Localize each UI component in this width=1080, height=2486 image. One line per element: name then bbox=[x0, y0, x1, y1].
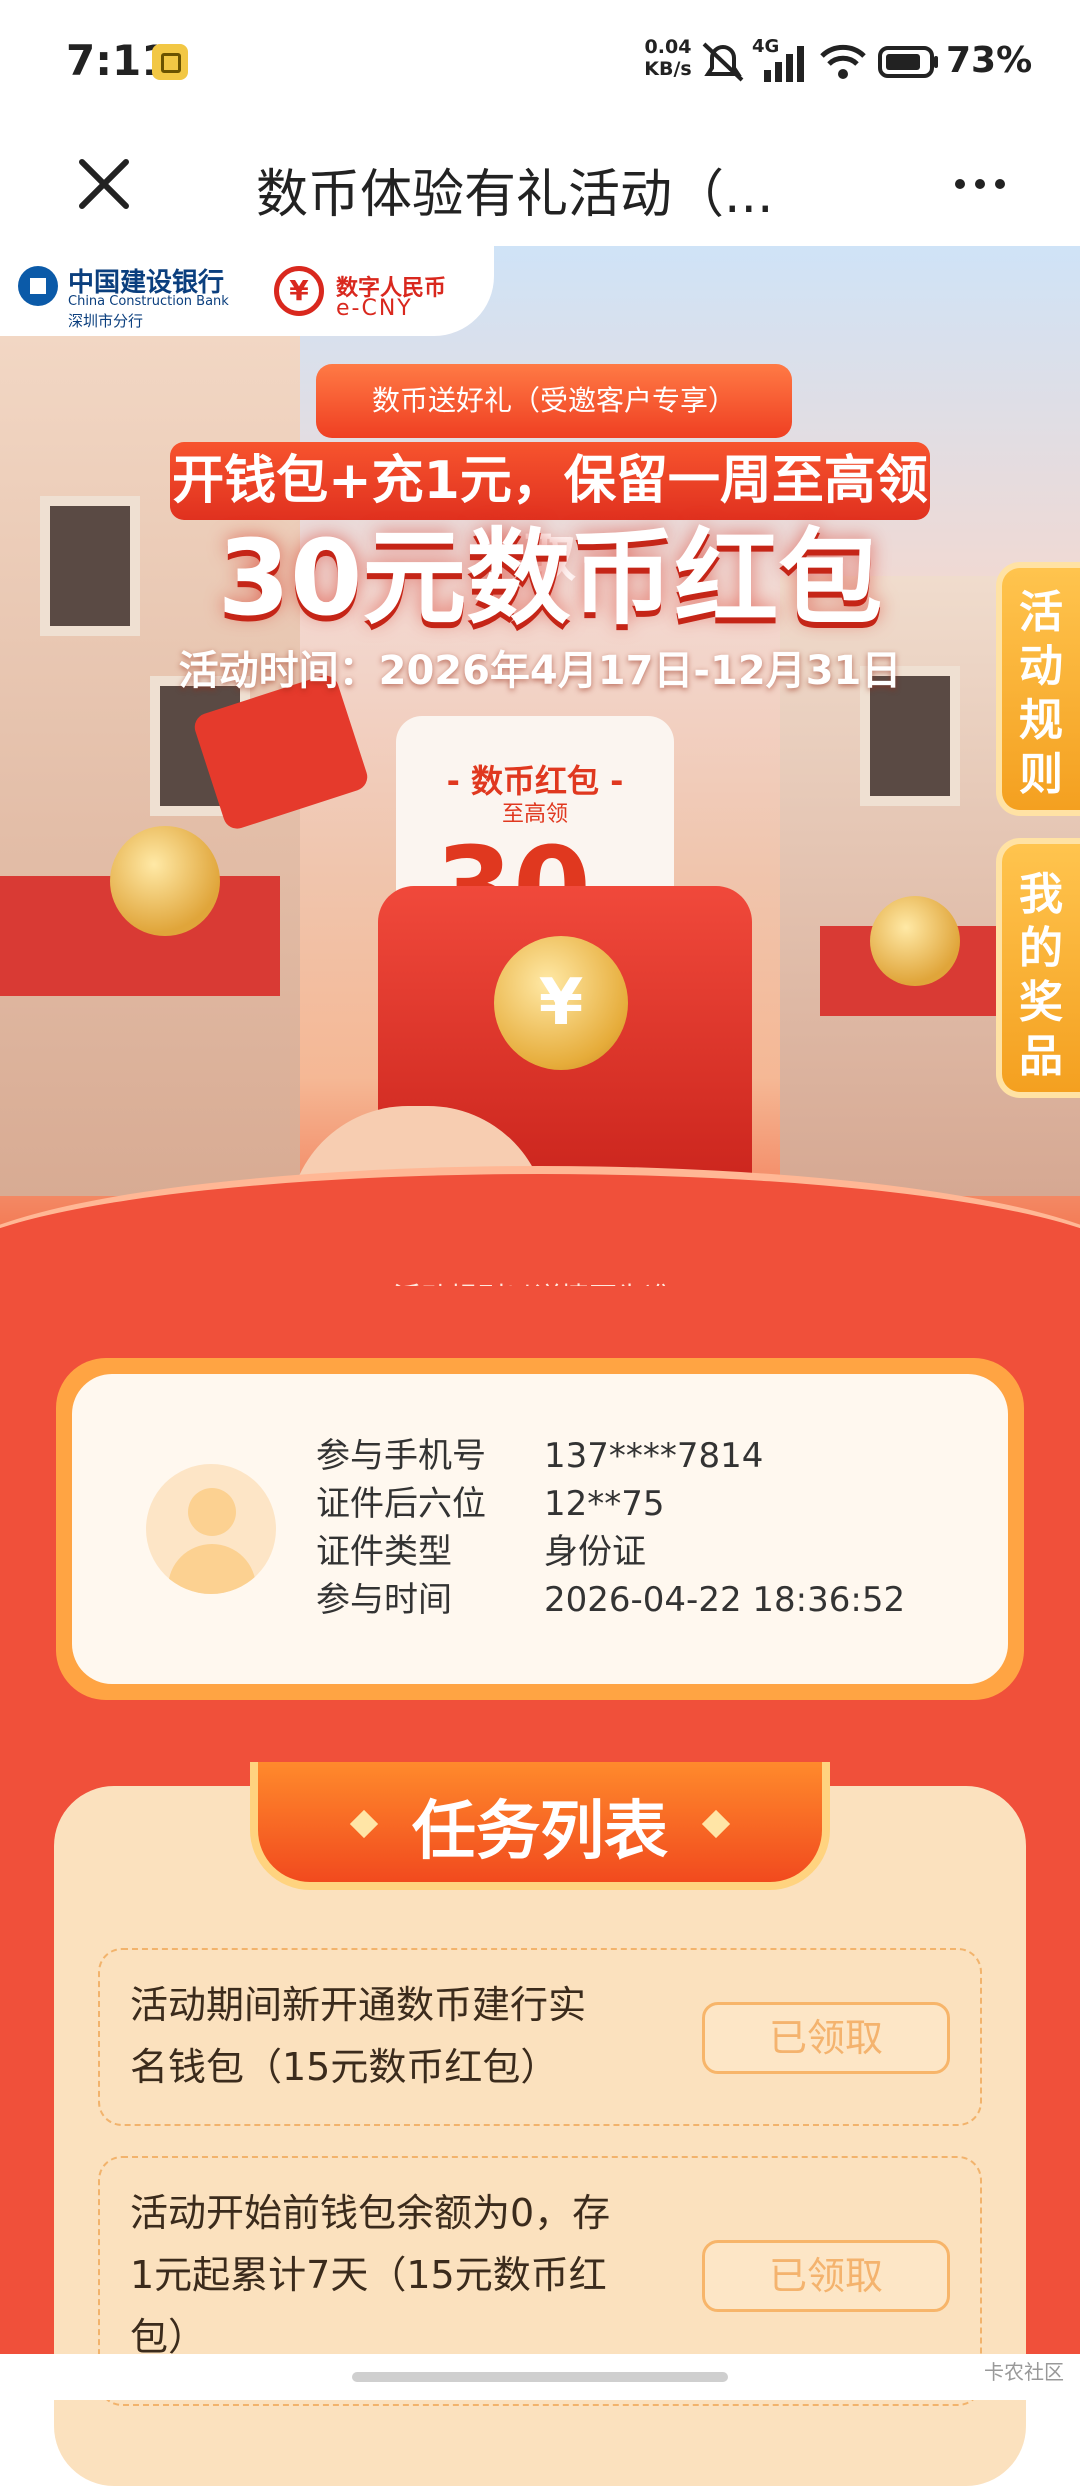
participant-info-inner: 参与手机号 137****7814 证件后六位 12**75 证件类型 身份证 参与时… bbox=[72, 1374, 1008, 1684]
coin-decoration bbox=[110, 826, 220, 936]
yuan-coin-icon: ¥ bbox=[494, 936, 628, 1070]
event-time: 活动时间：2026年4月17日-12月31日 bbox=[178, 648, 902, 694]
task-line: 活动期间新开通数币建行实 bbox=[130, 1983, 587, 2027]
watermark: 卡农社区 bbox=[984, 2360, 1064, 2384]
task-list-title: 任务列表 bbox=[412, 1795, 668, 1869]
info-value: 137****7814 bbox=[544, 1436, 764, 1476]
info-value: 身份证 bbox=[544, 1532, 646, 1572]
wifi-icon bbox=[820, 44, 866, 79]
activity-rules-tab[interactable]: 活 动 规 则 bbox=[996, 562, 1080, 816]
network-speed-value: 0.04 bbox=[644, 36, 692, 58]
claimed-button[interactable]: 已领取 bbox=[702, 2002, 950, 2074]
signal-icon bbox=[764, 46, 804, 82]
battery-icon bbox=[878, 46, 938, 78]
avatar-body bbox=[168, 1544, 256, 1594]
my-prizes-tab[interactable]: 我 的 奖 品 bbox=[996, 838, 1080, 1098]
avatar-head bbox=[188, 1488, 236, 1536]
info-row-phone: 参与手机号 137****7814 bbox=[316, 1428, 763, 1477]
more-horizontal-icon[interactable] bbox=[952, 164, 1008, 204]
participant-info-card: 参与手机号 137****7814 证件后六位 12**75 证件类型 身份证 参与时… bbox=[56, 1358, 1024, 1700]
info-value: 2026-04-22 18:36:52 bbox=[544, 1580, 906, 1620]
task-description: 活动期间新开通数币建行实 名钱包（15元数币红包） bbox=[130, 1974, 650, 2098]
info-label: 参与时间 bbox=[316, 1580, 452, 1620]
info-label: 参与手机号 bbox=[316, 1436, 486, 1476]
battery-level: 73% bbox=[946, 40, 1033, 81]
task-line: 1元起累计7天（15元数币红 bbox=[130, 2253, 607, 2297]
info-label: 证件类型 bbox=[316, 1532, 452, 1572]
promo-ribbon: 数币送好礼（受邀客户专享） bbox=[316, 364, 792, 438]
mute-icon bbox=[702, 42, 744, 82]
info-value: 12**75 bbox=[544, 1484, 665, 1524]
ecny-name-en: e-CNY bbox=[336, 296, 413, 321]
promo-banner: 中国建设银行 China Construction Bank 深圳市分行 ¥ 数… bbox=[0, 246, 1080, 1286]
status-bar: 7:11 0.04 KB/s 4G 73% bbox=[0, 0, 1080, 124]
notification-app-icon bbox=[152, 44, 188, 80]
prizes-tab-char: 奖 bbox=[1019, 977, 1063, 1028]
info-row-id-type: 证件类型 身份证 bbox=[316, 1524, 646, 1573]
prizes-tab-char: 品 bbox=[1019, 1031, 1063, 1082]
task-description: 活动开始前钱包余额为0，存 1元起累计7天（15元数币红 包） bbox=[130, 2182, 650, 2368]
network-speed: 0.04 KB/s bbox=[640, 36, 696, 80]
close-icon[interactable] bbox=[72, 152, 136, 216]
prizes-tab-char: 的 bbox=[1019, 923, 1063, 974]
logo-header: 中国建设银行 China Construction Bank 深圳市分行 ¥ 数… bbox=[0, 246, 494, 336]
ccb-logo-icon bbox=[18, 266, 58, 306]
info-row-join-time: 参与时间 2026-04-22 18:36:52 bbox=[316, 1572, 905, 1621]
task-item: 活动期间新开通数币建行实 名钱包（15元数币红包） 已领取 bbox=[98, 1948, 982, 2126]
rules-tab-char: 活 bbox=[1019, 587, 1063, 638]
rules-disclaimer: *活动规则以详情页为准。 bbox=[0, 1276, 1080, 1286]
rules-tab-char: 动 bbox=[1019, 641, 1063, 692]
home-indicator[interactable] bbox=[352, 2372, 728, 2382]
info-row-id-suffix: 证件后六位 12**75 bbox=[316, 1476, 665, 1525]
coin-decoration bbox=[870, 896, 960, 986]
claimed-button[interactable]: 已领取 bbox=[702, 2240, 950, 2312]
info-label: 证件后六位 bbox=[316, 1484, 486, 1524]
task-line: 活动开始前钱包余额为0，存 bbox=[130, 2191, 611, 2235]
task-line: 名钱包（15元数币红包） bbox=[130, 2045, 559, 2089]
task-list-header: 任务列表 bbox=[250, 1762, 830, 1890]
ecny-logo-icon: ¥ bbox=[274, 266, 324, 316]
title-bar: 数币体验有礼活动（... bbox=[0, 124, 1080, 246]
window-decoration bbox=[40, 496, 140, 636]
page-title: 数币体验有礼活动（... bbox=[256, 165, 774, 225]
headline-amount: 30元数币红包 bbox=[217, 517, 883, 639]
rules-tab-char: 则 bbox=[1019, 749, 1063, 800]
prizes-tab-char: 我 bbox=[1019, 869, 1063, 920]
bank-branch: 深圳市分行 bbox=[68, 312, 144, 330]
avatar bbox=[146, 1464, 276, 1594]
bank-name-en: China Construction Bank bbox=[68, 294, 229, 309]
rules-tab-char: 规 bbox=[1019, 695, 1063, 746]
network-speed-unit: KB/s bbox=[644, 58, 692, 80]
